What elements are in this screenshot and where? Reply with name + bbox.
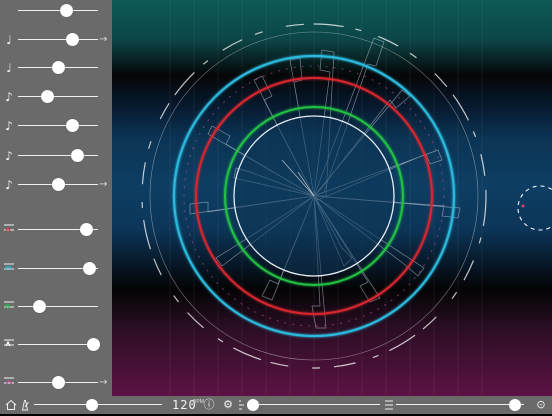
sound-teal-icon [3,260,15,278]
sidebar: ♩ → ♩ ♪ ♪ ♪ ♪ → → [0,0,112,396]
metronome-icon[interactable] [18,397,32,413]
quarter-note-icon: ♩ [6,33,12,47]
none [3,2,15,20]
sidebar-slider-thumb[interactable] [66,119,80,132]
sidebar-slider-thumb[interactable] [87,338,101,351]
sidebar-slider-row: → [0,372,112,394]
volume-max-icon[interactable] [382,397,396,413]
side-ring-indicator[interactable] [517,185,552,231]
arrow-right-icon[interactable]: → [99,375,109,391]
sidebar-slider-row: ♪ → [0,174,112,196]
sidebar-slider-track[interactable] [18,306,98,307]
sound-green-icon [3,298,15,316]
record-icon[interactable]: ⊙ [534,397,548,413]
volume-slider-thumb-left[interactable] [247,399,259,411]
sidebar-slider-track[interactable] [18,155,98,156]
sound-white-icon [3,336,15,354]
sidebar-slider-thumb[interactable] [32,300,46,313]
sidebar-slider-track[interactable] [18,39,98,40]
side-ring-marker [521,204,525,208]
volume-slider-track-right[interactable] [396,404,524,405]
sidebar-slider-row: ♩ → [0,29,112,51]
sound-pink-icon [3,374,15,392]
sidebar-slider-row [0,219,112,241]
visualizer-area[interactable] [112,0,552,396]
volume-slider-track-left[interactable] [252,404,380,405]
bottom-toolbar: 120 BPM ⓘ ⚙ ⊙ [0,396,552,414]
eighth-note-icon: ♪ [5,119,13,133]
sidebar-slider-thumb[interactable] [60,4,73,17]
sidebar-slider-thumb[interactable] [80,223,93,236]
quarter-note-icon: ♩ [6,61,12,75]
info-icon[interactable]: ⓘ [202,397,216,413]
sidebar-slider-row: ♪ [0,145,112,167]
app-window: ♩ → ♩ ♪ ♪ ♪ ♪ → → 120 BPM ⓘ ⚙ ⊙ [0,0,552,414]
sidebar-slider-thumb[interactable] [52,61,65,74]
sidebar-slider-row: ♩ [0,57,112,79]
sidebar-slider-thumb[interactable] [83,262,97,275]
sidebar-slider-track[interactable] [18,125,98,126]
sidebar-slider-track[interactable] [18,10,98,11]
home-icon[interactable] [4,397,18,413]
sidebar-slider-row [0,258,112,280]
sidebar-slider-track[interactable] [18,344,98,345]
arrow-right-icon[interactable]: → [99,177,109,193]
sidebar-slider-row [0,334,112,356]
tempo-slider-track[interactable] [34,404,162,405]
sidebar-slider-track[interactable] [18,96,98,97]
volume-slider-thumb-right[interactable] [509,399,522,411]
eighth-note-icon: ♪ [5,90,13,104]
sidebar-slider-thumb[interactable] [66,33,80,46]
sound-red-icon [3,221,15,239]
tempo-unit-label: BPM [193,399,204,405]
eighth-note-icon: ♪ [5,178,13,192]
sidebar-slider-thumb[interactable] [40,90,54,103]
sidebar-slider-thumb[interactable] [71,149,85,162]
tempo-slider-thumb[interactable] [85,399,98,411]
sidebar-slider-row: ♪ [0,115,112,137]
sidebar-slider-row [0,296,112,318]
sidebar-slider-row: ♪ [0,86,112,108]
arrow-right-icon[interactable]: → [99,32,109,48]
sidebar-slider-thumb[interactable] [52,178,65,191]
sidebar-slider-row [0,0,112,22]
rings-visualization [141,0,552,396]
eighth-note-icon: ♪ [5,149,13,163]
settings-icon[interactable]: ⚙ [221,397,235,413]
sidebar-slider-thumb[interactable] [52,376,65,389]
